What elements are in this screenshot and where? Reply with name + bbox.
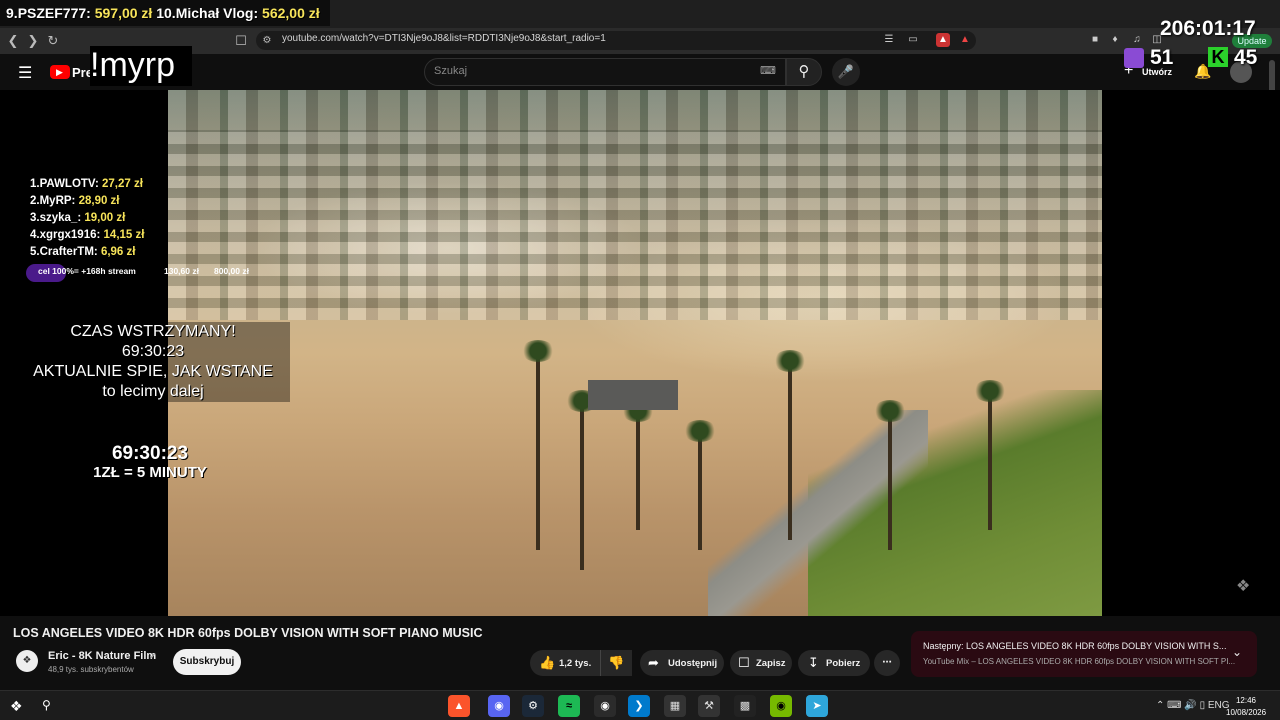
pause-line: 69:30:23 [121, 343, 185, 360]
search-button[interactable]: ⚲ [786, 58, 822, 86]
palm-fronds [773, 350, 807, 372]
palm-trunk [988, 390, 992, 530]
leaderboard-row: 5.CrafterTM: 6,96 zł [30, 246, 136, 258]
beach-path [708, 410, 928, 616]
channel-avatar[interactable]: ❖ [16, 650, 38, 672]
thumbs-up-icon: 👍 [539, 655, 556, 670]
palm-fronds [521, 340, 555, 362]
more-actions-button[interactable]: ⋯ [874, 650, 900, 676]
twitch-viewer-count: 51 [1150, 46, 1174, 69]
chevron-down-icon[interactable]: ⌄ [1232, 645, 1242, 659]
city-rows [168, 130, 1102, 320]
share-label: Udostępnij [668, 658, 718, 669]
pause-line: to lecimy dalej [102, 383, 204, 400]
palm-trunk [888, 410, 892, 550]
channel-subscribers: 48,9 tys. subskrybentów [48, 665, 134, 674]
verified-icon: ✔ [149, 651, 157, 661]
app-icon[interactable]: ▦ [664, 695, 686, 717]
subathon-timer: 69:30:23 [111, 443, 189, 464]
clock-date[interactable]: 10/08/2026 [1226, 708, 1266, 717]
obs-icon[interactable]: ◉ [594, 695, 616, 717]
back-icon[interactable]: ❮ [4, 32, 22, 50]
up-next-subtitle: YouTube Mix – LOS ANGELES VIDEO 8K HDR 6… [923, 657, 1236, 666]
brave-rewards-icon[interactable]: ▲ [958, 33, 972, 47]
palm-fronds [683, 420, 717, 442]
share-icon: ➦ [648, 655, 659, 670]
menu-icon[interactable]: ☰ [18, 63, 32, 83]
pause-line: CZAS WSTRZYMANY! [70, 323, 236, 340]
terminal-icon[interactable]: ▩ [734, 695, 756, 717]
video-frame[interactable] [168, 90, 1102, 616]
channel-tag: !myrp [90, 46, 175, 84]
telegram-icon[interactable]: ➤ [806, 695, 828, 717]
goal-target: 800,00 zł [214, 266, 249, 276]
palm-fronds [873, 400, 907, 422]
discord-icon[interactable]: ◉ [488, 695, 510, 717]
like-count: 1,2 tys. [559, 658, 592, 669]
leaderboard-row: 4.xgrgx1916: 14,15 zł [30, 229, 145, 241]
site-info-icon[interactable]: ⚙ [258, 32, 276, 50]
extension-icon[interactable]: ■ [1088, 33, 1102, 47]
pause-line: AKTUALNIE SPIE, JAK WSTANE [33, 363, 273, 380]
search-input[interactable] [424, 58, 786, 86]
forward-icon[interactable]: ❯ [24, 32, 42, 50]
download-icon: ↧ [808, 655, 819, 670]
beach-building [588, 380, 678, 410]
steam-icon[interactable]: ⚙ [522, 695, 544, 717]
vscode-icon[interactable]: ❯ [628, 695, 650, 717]
donation-rate: 1ZŁ = 5 MINUTY [93, 464, 207, 481]
palm-trunk [698, 430, 702, 550]
translate-icon[interactable]: ☰ [882, 33, 896, 47]
brave-browser-icon[interactable]: ▲ [448, 695, 470, 717]
taskbar-search-icon[interactable]: ⚲ [42, 698, 51, 712]
play-icon: ▶ [56, 67, 63, 77]
goal-label: cel 100%= +168h stream [38, 266, 136, 276]
top-donor-text: 9.PSZEF777: 597,00 zł 10.Michał Vlog: 56… [6, 5, 320, 21]
download-label: Pobierz [826, 658, 861, 669]
search-placeholder: Szukaj [434, 65, 468, 77]
tool-icon[interactable]: ⚒ [698, 695, 720, 717]
video-title: LOS ANGELES VIDEO 8K HDR 60fps DOLBY VIS… [13, 626, 483, 640]
leaderboard-row: 2.MyRP: 28,90 zł [30, 195, 120, 207]
palm-trunk [536, 350, 540, 550]
twitch-icon [1124, 48, 1144, 68]
channel-watermark-icon[interactable]: ❖ [1236, 576, 1250, 596]
reload-icon[interactable]: ↻ [44, 32, 62, 50]
thumbs-down-icon: 👎 [608, 655, 625, 670]
donor-leaderboard: 1.PAWLOTV: 27,27 zł 2.MyRP: 28,90 zł 3.s… [30, 176, 170, 261]
puzzle-icon[interactable]: ♦ [1108, 33, 1122, 47]
nvidia-icon[interactable]: ◉ [770, 695, 792, 717]
start-icon[interactable]: ❖ [10, 698, 23, 715]
kick-icon: K [1208, 47, 1228, 67]
leaderboard-row: 1.PAWLOTV: 27,27 zł [30, 178, 143, 190]
save-label: Zapisz [756, 658, 786, 669]
cast-icon[interactable]: ▭ [906, 33, 920, 47]
system-tray[interactable]: ⌃ ⌨ 🔊 ▯ ENG [1156, 700, 1230, 711]
bookmark-save-icon: ☐ [738, 655, 750, 670]
palm-trunk [580, 400, 584, 570]
mic-icon[interactable]: 🎤 [832, 58, 860, 86]
clock-time[interactable]: 12:46 [1226, 696, 1266, 705]
spotify-icon[interactable]: ≈ [558, 695, 580, 717]
palm-trunk [788, 360, 792, 540]
palm-trunk [636, 410, 640, 530]
brave-shields-icon[interactable]: ▲ [936, 33, 950, 47]
leaderboard-row: 3.szyka_: 19,00 zł [30, 212, 126, 224]
subscribe-button[interactable]: Subskrybuj [173, 649, 241, 675]
stream-timer: 206:01:17 [1160, 17, 1256, 40]
bookmark-icon[interactable]: ☐ [232, 32, 250, 50]
goal-current: 130,60 zł [164, 266, 199, 276]
keyboard-icon[interactable]: ⌨ [760, 64, 776, 77]
palm-fronds [973, 380, 1007, 402]
kick-viewer-count: 45 [1234, 46, 1258, 69]
up-next-title: Następny: LOS ANGELES VIDEO 8K HDR 60fps… [923, 641, 1227, 651]
channel-name[interactable]: Eric - 8K Nature Film [48, 650, 156, 662]
music-icon[interactable]: ♫ [1130, 33, 1144, 47]
url-text: youtube.com/watch?v=DTI3Nje9oJ8&list=RDD… [282, 33, 606, 44]
up-next-card[interactable] [911, 631, 1257, 677]
